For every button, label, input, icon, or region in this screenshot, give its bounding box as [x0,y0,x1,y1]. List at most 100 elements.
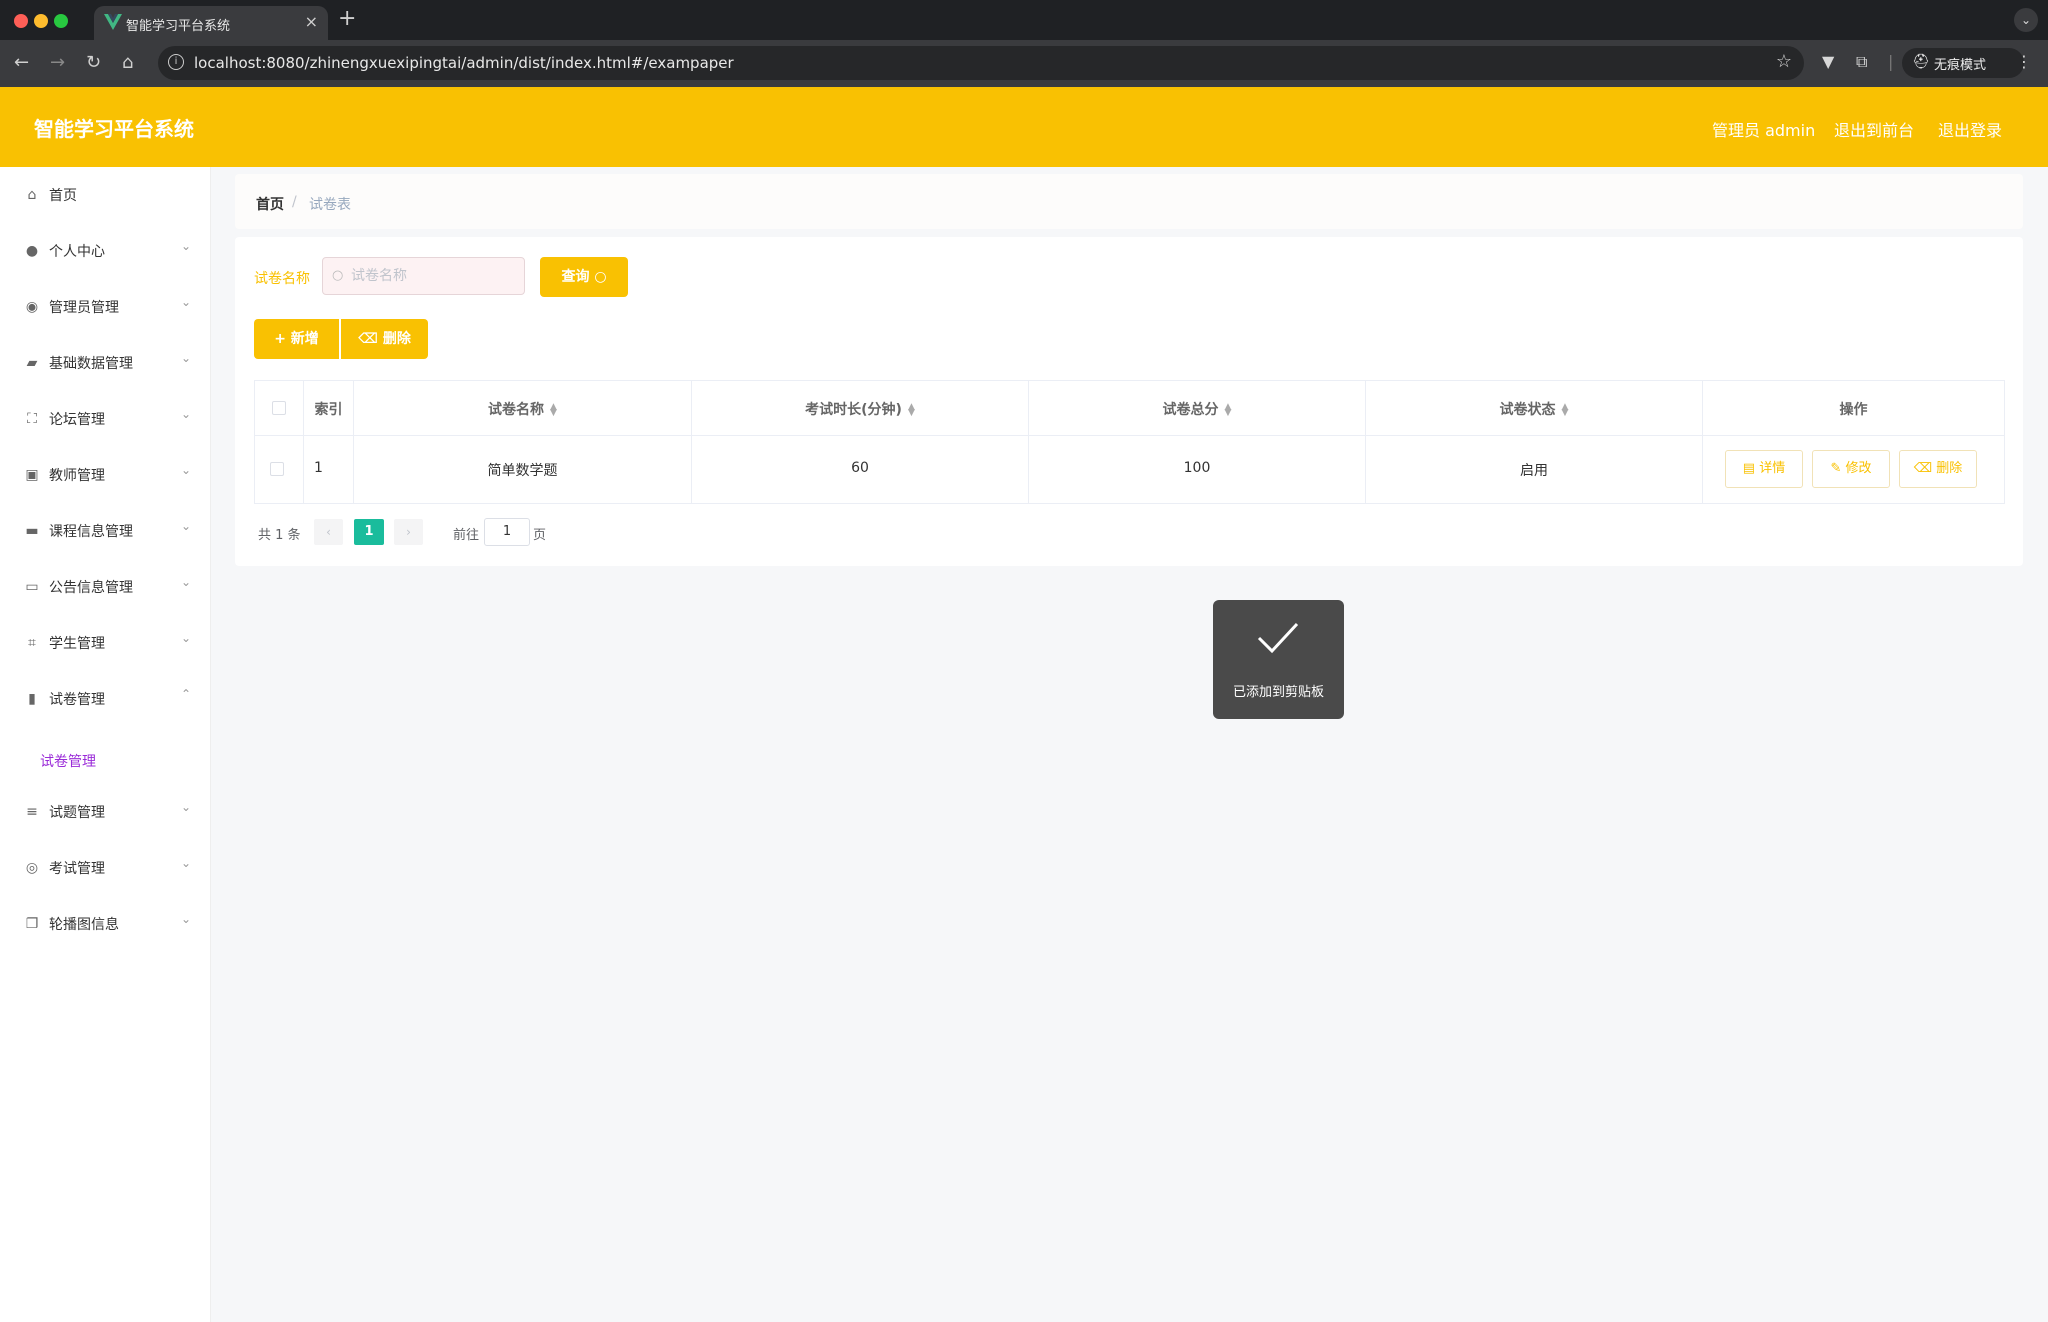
header-select-all-cell [255,381,304,436]
back-arrow-icon[interactable]: ← [14,52,29,73]
vue-logo-icon [104,14,122,30]
select-all-checkbox[interactable] [272,401,286,415]
sidebar-item-forum[interactable]: ⛶ 论坛管理 ⌄ [0,391,211,447]
sidebar-item-exampaper[interactable]: ▮ 试卷管理 ⌃ [0,671,211,727]
reload-icon[interactable]: ↻ [86,52,101,73]
cell-duration: 60 [692,436,1029,503]
sidebar-item-basic-data[interactable]: ▰ 基础数据管理 ⌄ [0,335,211,391]
bookmark-star-icon[interactable]: ☆ [1776,51,1792,72]
query-button-label: 查询 [561,269,590,285]
presentation-icon: ▬ [25,523,39,539]
sidebar-item-label: 论坛管理 [49,412,105,428]
sidebar-item-student[interactable]: ⌗ 学生管理 ⌄ [0,615,211,671]
pagination-page-label: 页 [533,528,547,543]
sort-icon[interactable]: ▲ ▼ [908,403,915,418]
breadcrumb-current: 试卷表 [309,197,351,213]
sidebar-item-label: 学生管理 [49,636,105,652]
url-text[interactable]: localhost:8080/zhinengxuexipingtai/admin… [194,54,734,72]
header-name[interactable]: 试卷名称 ▲ ▼ [354,381,692,436]
home-nav-icon[interactable]: ⌂ [122,52,133,73]
tab-search-chevron-icon[interactable]: ⌄ [2014,8,2038,32]
pagination-goto-input[interactable]: 1 [484,518,530,546]
sidebar-item-exam[interactable]: ◎ 考试管理 ⌄ [0,840,211,896]
sidebar-item-home[interactable]: ⌂ 首页 [0,167,211,223]
browser-tab[interactable]: 智能学习平台系统 × [94,6,328,40]
site-info-icon[interactable]: i [168,54,184,70]
header-name-label: 试卷名称 [488,402,545,418]
sidebar-item-label: 教师管理 [49,468,105,484]
header-index: 索引 [304,381,354,436]
browser-toolbar: ← → ↻ ⌂ i localhost:8080/zhinengxuexipin… [0,40,2048,87]
edit-button-label: 修改 [1845,461,1872,476]
sort-icon[interactable]: ▲ ▼ [550,403,557,418]
batch-delete-button[interactable]: ⌫ 删除 [341,319,428,359]
card-icon: ▭ [25,579,39,595]
home-icon: ⌂ [27,187,37,203]
chevron-down-icon: ⌄ [180,295,191,309]
cell-name: 简单数学题 [354,436,692,503]
admin-user-label: 管理员 admin [1712,121,1816,140]
close-window-button[interactable] [14,14,28,28]
browser-tab-bar: 智能学习平台系统 × + ⌄ [0,0,2048,40]
chevron-down-icon: ⌄ [180,519,191,533]
back-to-frontend-link[interactable]: 退出到前台 [1834,117,1914,141]
sidebar-item-course[interactable]: ▬ 课程信息管理 ⌄ [0,503,211,559]
chevron-down-icon: ⌄ [180,351,191,365]
vue-devtools-icon[interactable]: ▼ [1822,52,1834,71]
sidebar-item-teacher[interactable]: ▣ 教师管理 ⌄ [0,447,211,503]
browser-menu-icon[interactable]: ⋮ [2016,52,2032,71]
search-field[interactable]: ○ [322,257,525,295]
page-number-current[interactable]: 1 [354,519,384,545]
row-checkbox[interactable] [270,462,284,476]
prev-page-button[interactable]: ‹ [314,519,343,545]
sidebar-item-label: 首页 [49,188,77,204]
add-button[interactable]: + 新增 [254,319,339,359]
incognito-icon: ⛑ [1912,54,1930,70]
forward-arrow-icon[interactable]: → [50,52,65,73]
sidebar-item-personal-center[interactable]: ● 个人中心 ⌄ [0,223,211,279]
next-page-button[interactable]: › [394,519,423,545]
maximize-window-button[interactable] [54,14,68,28]
submenu-item-exampaper[interactable]: 试卷管理 [0,736,211,784]
search-icon: ○ [594,269,607,285]
chart-icon: ▮ [28,691,36,707]
app-title: 智能学习平台系统 [34,117,194,141]
sidebar-item-label: 课程信息管理 [49,524,133,540]
chevron-down-icon: ⌄ [180,912,191,926]
header-status[interactable]: 试卷状态 ▲ ▼ [1366,381,1703,436]
chevron-down-icon: ⌄ [180,407,191,421]
header-status-label: 试卷状态 [1499,402,1556,418]
user-icon: ● [25,243,39,259]
breadcrumb-home[interactable]: 首页 [256,194,284,214]
search-input[interactable] [351,258,521,294]
toolbar-divider: | [1888,52,1894,71]
sidebar-item-admin-management[interactable]: ◉ 管理员管理 ⌄ [0,279,211,335]
minimize-window-button[interactable] [34,14,48,28]
row-delete-button[interactable]: ⌫ 删除 [1899,450,1977,488]
sort-icon[interactable]: ▲ ▼ [1562,403,1569,418]
sort-icon[interactable]: ▲ ▼ [1225,403,1232,418]
incognito-indicator[interactable]: ⛑ 无痕模式 [1902,48,2024,78]
new-tab-icon[interactable]: + [338,6,356,31]
address-bar[interactable]: i localhost:8080/zhinengxuexipingtai/adm… [158,46,1804,80]
document-icon: ▤ [1742,461,1760,476]
logout-link[interactable]: 退出登录 [1938,117,2002,141]
checkmark-icon [1257,622,1299,654]
edit-button[interactable]: ✎ 修改 [1812,450,1890,488]
extensions-icon[interactable]: ⧉ [1856,52,1867,72]
chevron-up-icon: ⌃ [180,687,191,701]
sidebar-item-label: 个人中心 [49,244,105,260]
header-name-text: 试卷名称 ▲ ▼ [354,399,691,419]
sidebar-item-carousel[interactable]: ❐ 轮播图信息 ⌄ [0,896,211,952]
row-delete-button-label: 删除 [1936,461,1963,476]
breadcrumb: 首页 / 试卷表 [235,174,2023,229]
detail-button[interactable]: ▤ 详情 [1725,450,1803,488]
clipboard-icon: ▣ [25,467,39,483]
sidebar-item-notice[interactable]: ▭ 公告信息管理 ⌄ [0,559,211,615]
sidebar: ⌂ 首页 ● 个人中心 ⌄ ◉ 管理员管理 ⌄ ▰ 基础数据管理 ⌄ ⛶ 论坛管… [0,167,211,1322]
header-score[interactable]: 试卷总分 ▲ ▼ [1029,381,1366,436]
header-duration[interactable]: 考试时长(分钟) ▲ ▼ [692,381,1029,436]
close-tab-icon[interactable]: × [305,12,318,31]
sidebar-item-question[interactable]: ≡ 试题管理 ⌄ [0,784,211,840]
query-button[interactable]: 查询 ○ [540,257,628,297]
